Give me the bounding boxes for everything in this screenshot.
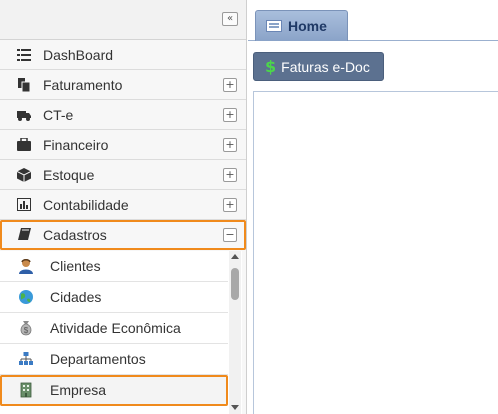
svg-text:$: $ bbox=[24, 326, 29, 335]
sidebar-item-cadastros[interactable]: Cadastros − bbox=[0, 220, 246, 250]
submenu-cadastros: Clientes Cidades $ Atividade Econômica D… bbox=[0, 251, 242, 414]
tab-bar: Home bbox=[248, 0, 498, 41]
user-icon bbox=[18, 258, 34, 274]
expand-toggle[interactable]: + bbox=[223, 138, 237, 152]
sidebar-item-financeiro[interactable]: Financeiro + bbox=[0, 130, 246, 160]
documents-icon bbox=[17, 77, 31, 92]
dollar-icon: $ bbox=[265, 57, 277, 76]
truck-icon bbox=[17, 108, 31, 122]
submenu-scrollbar[interactable] bbox=[229, 251, 241, 414]
home-tab-icon bbox=[266, 20, 282, 32]
scroll-down-arrow-icon[interactable] bbox=[231, 405, 239, 410]
sidebar-item-label: Cadastros bbox=[43, 226, 107, 243]
box-icon bbox=[17, 167, 31, 182]
sidebar-item-label: Contabilidade bbox=[43, 196, 129, 213]
sidebar-item-label: Financeiro bbox=[43, 136, 109, 153]
sidebar-item-label: DashBoard bbox=[43, 46, 114, 63]
main-area: Home $ Faturas e-Doc bbox=[248, 0, 498, 414]
scroll-thumb[interactable] bbox=[231, 268, 239, 300]
globe-icon bbox=[18, 289, 34, 305]
expand-toggle[interactable]: + bbox=[223, 168, 237, 182]
collapse-toggle[interactable]: − bbox=[223, 228, 237, 242]
expand-toggle[interactable]: + bbox=[223, 78, 237, 92]
submenu-item-label: Clientes bbox=[50, 258, 101, 274]
faturas-edoc-label: Faturas e-Doc bbox=[281, 58, 370, 75]
building-icon bbox=[18, 382, 34, 398]
submenu-item-clientes[interactable]: Clientes bbox=[0, 251, 228, 282]
submenu-item-departamentos[interactable]: Departamentos bbox=[0, 344, 228, 375]
book-icon bbox=[17, 228, 31, 242]
list-icon bbox=[17, 48, 31, 62]
tab-label: Home bbox=[288, 18, 327, 34]
submenu-item-label: Atividade Econômica bbox=[50, 320, 181, 336]
briefcase-icon bbox=[17, 138, 31, 152]
expand-toggle[interactable]: + bbox=[223, 108, 237, 122]
submenu-item-label: Departamentos bbox=[50, 351, 146, 367]
submenu-item-atividade-economica[interactable]: $ Atividade Econômica bbox=[0, 313, 228, 344]
sidebar-item-label: Estoque bbox=[43, 166, 95, 183]
org-chart-icon bbox=[18, 351, 34, 367]
submenu-item-cidades[interactable]: Cidades bbox=[0, 282, 228, 313]
sidebar-header: « bbox=[0, 0, 246, 40]
content-panel bbox=[253, 91, 498, 414]
money-bag-icon: $ bbox=[18, 320, 34, 336]
sidebar-item-label: Faturamento bbox=[43, 76, 123, 93]
bar-chart-icon bbox=[17, 198, 31, 212]
sidebar-item-faturamento[interactable]: Faturamento + bbox=[0, 70, 246, 100]
collapse-sidebar-button[interactable]: « bbox=[222, 12, 238, 26]
submenu-item-label: Empresa bbox=[50, 382, 107, 398]
expand-toggle[interactable]: + bbox=[223, 198, 237, 212]
submenu-item-label: Cidades bbox=[50, 289, 102, 305]
submenu-item-empresa[interactable]: Empresa bbox=[0, 375, 228, 406]
sidebar-item-label: CT-e bbox=[43, 106, 74, 123]
sidebar-item-contabilidade[interactable]: Contabilidade + bbox=[0, 190, 246, 220]
sidebar-item-cte[interactable]: CT-e + bbox=[0, 100, 246, 130]
sidebar-item-estoque[interactable]: Estoque + bbox=[0, 160, 246, 190]
sidebar-item-dashboard[interactable]: DashBoard bbox=[0, 40, 246, 70]
scroll-up-arrow-icon[interactable] bbox=[231, 254, 239, 259]
faturas-edoc-button[interactable]: $ Faturas e-Doc bbox=[253, 52, 384, 81]
tab-home[interactable]: Home bbox=[255, 10, 348, 41]
